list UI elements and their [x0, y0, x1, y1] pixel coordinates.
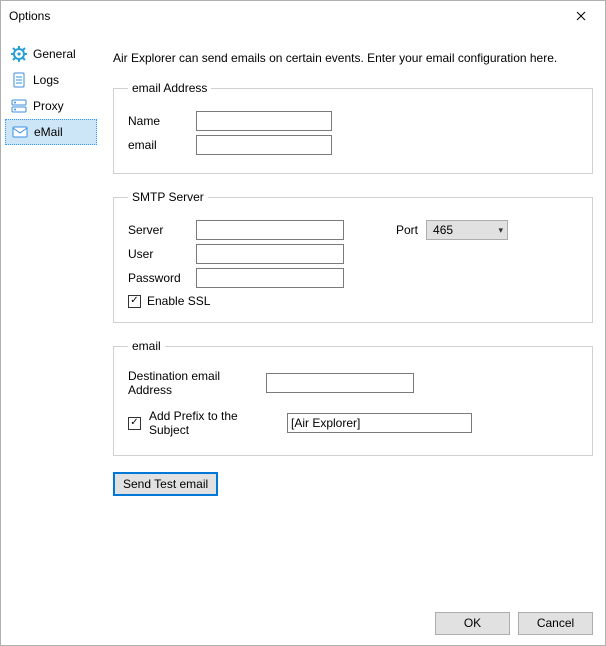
titlebar: Options [1, 1, 605, 31]
fieldset-email-address: email Address Name email [113, 81, 593, 174]
password-label: Password [128, 271, 188, 285]
user-label: User [128, 247, 188, 261]
sidebar-item-email[interactable]: eMail [5, 119, 97, 145]
server-input[interactable] [196, 220, 344, 240]
fieldset-email: email Destination email Address ✓ Add Pr… [113, 339, 593, 456]
sidebar-item-label: General [33, 47, 76, 61]
sidebar: General Logs Proxy eMail [1, 31, 101, 601]
send-test-button[interactable]: Send Test email [113, 472, 218, 496]
legend-email-address: email Address [128, 81, 211, 95]
email-input[interactable] [196, 135, 332, 155]
fieldset-smtp: SMTP Server Server Port 465 ▾ User Passw… [113, 190, 593, 323]
add-prefix-label: Add Prefix to the Subject [149, 409, 279, 437]
user-input[interactable] [196, 244, 344, 264]
name-input[interactable] [196, 111, 332, 131]
sidebar-item-label: eMail [34, 125, 63, 139]
close-button[interactable] [559, 2, 603, 30]
dialog-footer: OK Cancel [1, 601, 605, 645]
port-label: Port [396, 223, 418, 237]
enable-ssl-checkbox[interactable]: ✓ [128, 295, 141, 308]
port-select[interactable]: 465 ▾ [426, 220, 508, 240]
server-label: Server [128, 223, 188, 237]
legend-email: email [128, 339, 165, 353]
sidebar-item-logs[interactable]: Logs [5, 67, 97, 93]
chevron-down-icon: ▾ [498, 225, 503, 236]
gear-icon [11, 46, 27, 62]
document-icon [11, 72, 27, 88]
enable-ssl-label: Enable SSL [147, 294, 210, 308]
prefix-input[interactable] [287, 413, 472, 433]
sidebar-item-label: Logs [33, 73, 59, 87]
email-label: email [128, 138, 188, 152]
cancel-button[interactable]: Cancel [518, 612, 593, 635]
close-icon [576, 11, 586, 21]
legend-smtp: SMTP Server [128, 190, 208, 204]
main-panel: Air Explorer can send emails on certain … [101, 31, 605, 601]
password-input[interactable] [196, 268, 344, 288]
panel-description: Air Explorer can send emails on certain … [113, 51, 593, 65]
destination-input[interactable] [266, 373, 414, 393]
mail-icon [12, 124, 28, 140]
sidebar-item-general[interactable]: General [5, 41, 97, 67]
server-icon [11, 98, 27, 114]
add-prefix-checkbox[interactable]: ✓ [128, 417, 141, 430]
sidebar-item-proxy[interactable]: Proxy [5, 93, 97, 119]
name-label: Name [128, 114, 188, 128]
destination-label: Destination email Address [128, 369, 258, 397]
port-value: 465 [433, 223, 453, 237]
window-title: Options [9, 9, 559, 23]
ok-button[interactable]: OK [435, 612, 510, 635]
sidebar-item-label: Proxy [33, 99, 64, 113]
